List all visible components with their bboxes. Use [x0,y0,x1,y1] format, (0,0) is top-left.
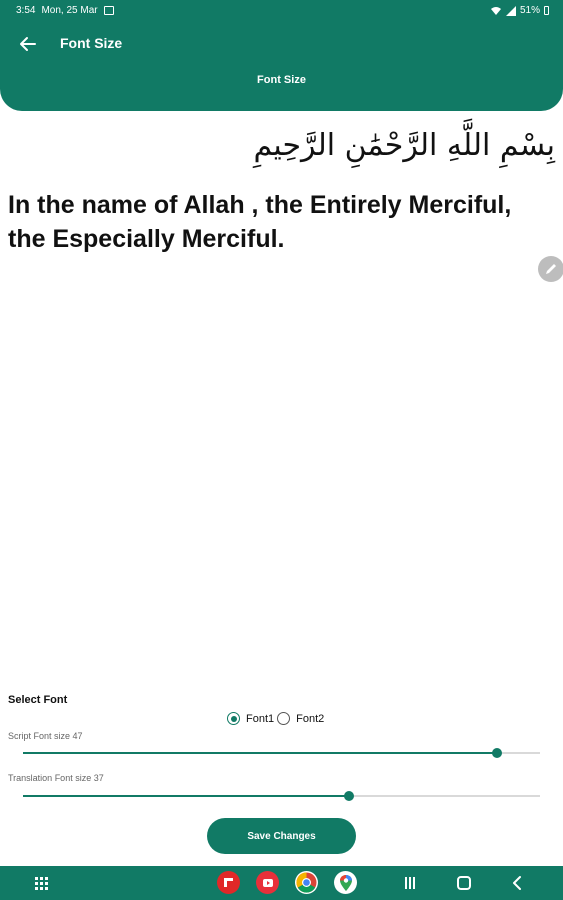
page-title: Font Size [60,35,123,51]
slider-fill [23,795,349,797]
slider-thumb[interactable] [343,791,354,801]
battery-icon [544,6,549,15]
flipboard-icon[interactable] [217,871,240,894]
script-font-size-slider[interactable] [23,747,540,759]
slider-fill [23,752,498,754]
home-button[interactable] [457,876,471,890]
font-radio-group: Font1 Font2 [227,712,327,725]
app-bar: 3:54 Mon, 25 Mar 51% Font Size Font Size [0,0,563,111]
font2-label[interactable]: Font2 [296,713,324,725]
translation-font-size-slider[interactable] [23,790,540,802]
pencil-icon [546,264,556,274]
font1-label[interactable]: Font1 [246,713,274,725]
font2-radio[interactable] [277,712,291,725]
script-font-size-label: Script Font size 47 [8,731,83,741]
edit-button[interactable] [538,256,563,282]
slider-thumb[interactable] [492,748,503,758]
signal-icon [505,5,516,16]
arabic-preview-text: بِسْمِ اللَّهِ الرَّحْمَٰنِ الرَّحِيمِ [253,128,555,163]
maps-icon[interactable] [334,871,357,894]
back-button[interactable] [16,32,40,56]
arrow-left-icon [20,37,36,51]
gallery-notification-icon [103,6,114,15]
wifi-icon [490,6,501,15]
chrome-icon[interactable] [295,871,318,894]
status-bar: 3:54 Mon, 25 Mar 51% [0,0,563,22]
font1-radio[interactable] [227,712,240,725]
nav-back-button[interactable] [511,875,523,891]
status-date: Mon, 25 Mar [41,5,98,16]
status-time: 3:54 [16,5,36,16]
system-navigation-bar [0,866,563,900]
page-subtitle: Font Size [257,74,306,86]
youtube-music-icon[interactable] [256,871,279,894]
translation-preview-text: In the name of Allah , the Entirely Merc… [8,191,512,253]
translation-font-size-label: Translation Font size 37 [8,773,104,783]
save-changes-button[interactable]: Save Changes [207,818,356,854]
battery-percent: 51% [519,5,540,16]
recent-apps-button[interactable] [403,876,417,890]
apps-grid-icon[interactable] [34,876,48,890]
select-font-label: Select Font [8,694,68,706]
